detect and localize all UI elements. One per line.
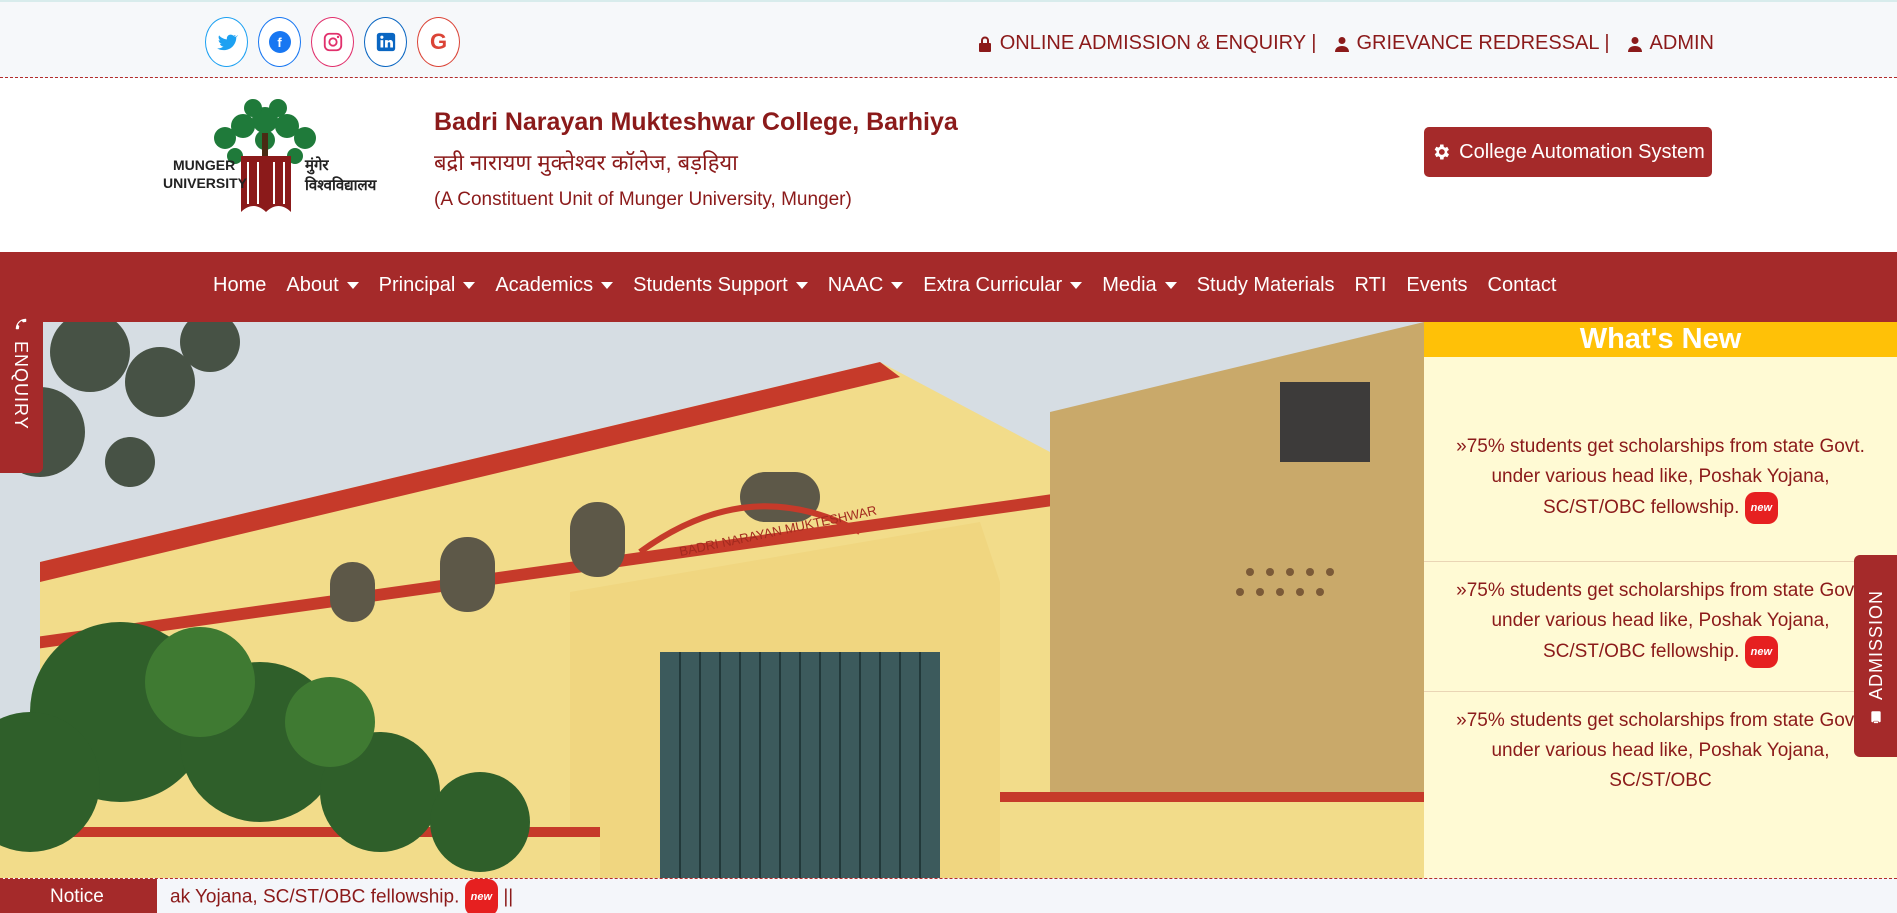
linkedin-icon[interactable]: [364, 17, 407, 67]
top-bar: f G ONLINE ADMISSION & ENQUIRY | GRIEVAN…: [0, 0, 1897, 78]
svg-text:विश्वविद्यालय: विश्वविद्यालय: [304, 176, 378, 194]
nav-about[interactable]: About: [286, 274, 359, 297]
new-badge: new: [1744, 492, 1779, 524]
nav-naac-label: NAAC: [827, 274, 884, 296]
gear-icon: [1434, 144, 1450, 160]
site-header: MUNGER UNIVERSITY मुंगेर विश्वविद्यालय B…: [0, 78, 1897, 252]
nav-students-support-label: Students Support: [633, 274, 788, 296]
college-title-block: Badri Narayan Mukteshwar College, Barhiy…: [434, 108, 958, 211]
social-links: f G: [205, 17, 460, 67]
admission-tab[interactable]: ADMISSION: [1854, 555, 1897, 757]
chevron-down-icon: [1070, 282, 1083, 289]
nav-contact-label: Contact: [1487, 274, 1557, 296]
news-item-text: 75% students get scholarships from state…: [1466, 436, 1865, 519]
nav-media-label: Media: [1102, 274, 1157, 296]
nav-contact[interactable]: Contact: [1488, 274, 1557, 297]
nav-about-label: About: [286, 274, 339, 296]
admin-label: ADMIN: [1649, 32, 1714, 54]
online-admission-label: ONLINE ADMISSION & ENQUIRY |: [999, 32, 1317, 54]
top-links: ONLINE ADMISSION & ENQUIRY | GRIEVANCE R…: [978, 32, 1714, 55]
nav-extra-curricular[interactable]: Extra Curricular: [923, 274, 1083, 297]
chevron-down-icon: [891, 282, 904, 289]
nav-events-label: Events: [1406, 274, 1468, 296]
nav-events[interactable]: Events: [1406, 274, 1467, 297]
notice-separator: ||: [503, 886, 514, 908]
enquiry-label: ENQUIRY: [11, 341, 31, 430]
phone-icon: [15, 318, 27, 330]
nav-rti-label: RTI: [1354, 274, 1387, 296]
whats-new-heading: What's New: [1424, 322, 1897, 357]
instagram-icon[interactable]: [311, 17, 354, 67]
notice-text: ak Yojana, SC/ST/OBC fellowship.: [170, 886, 460, 908]
nav-home-label: Home: [213, 274, 267, 296]
chevron-down-icon: [1164, 282, 1177, 289]
chevron-down-icon: [795, 282, 808, 289]
college-building-image: BADRI NARAYAN MUKTESHWAR: [0, 322, 1424, 878]
nav-principal-label: Principal: [378, 274, 456, 296]
news-item-text: 75% students get scholarships from state…: [1466, 580, 1865, 663]
new-badge: new: [464, 879, 499, 913]
whats-new-panel: What's New »75% students get scholarship…: [1424, 322, 1897, 878]
chevron-down-icon: [346, 282, 359, 289]
double-chevron-icon: »: [1456, 580, 1467, 601]
college-automation-button[interactable]: College Automation System: [1424, 127, 1712, 177]
news-item[interactable]: »75% students get scholarships from stat…: [1424, 692, 1897, 792]
nav-home[interactable]: Home: [213, 274, 266, 297]
admin-link[interactable]: ADMIN: [1627, 32, 1714, 55]
logo-text-en: MUNGER: [173, 157, 235, 173]
logo-text-hi: मुंगेर: [304, 156, 329, 175]
college-title-hi: बद्री नारायण मुक्तेश्वर कॉलेज, बड़हिया: [434, 150, 738, 175]
user-icon: [1334, 36, 1349, 52]
svg-text:UNIVERSITY: UNIVERSITY: [163, 175, 248, 191]
facebook-icon[interactable]: f: [258, 17, 301, 67]
hero-carousel[interactable]: BADRI NARAYAN MUKTESHWAR ‹ ›: [0, 322, 1424, 878]
nav-media[interactable]: Media: [1102, 274, 1177, 297]
nav-academics[interactable]: Academics: [495, 274, 614, 297]
nav-academics-label: Academics: [495, 274, 594, 296]
online-admission-link[interactable]: ONLINE ADMISSION & ENQUIRY |: [978, 32, 1317, 55]
nav-study-materials-label: Study Materials: [1196, 274, 1335, 296]
nav-rti[interactable]: RTI: [1355, 274, 1387, 297]
nav-students-support[interactable]: Students Support: [633, 274, 808, 297]
google-icon[interactable]: G: [417, 17, 460, 67]
news-item-text: 75% students get scholarships from state…: [1466, 710, 1865, 791]
admission-label: ADMISSION: [1866, 590, 1886, 701]
college-title-en: Badri Narayan Mukteshwar College, Barhiy…: [434, 108, 958, 136]
notice-bar: Notice ak Yojana, SC/ST/OBC fellowship. …: [0, 878, 1897, 913]
nav-extra-curricular-label: Extra Curricular: [923, 274, 1063, 296]
enquiry-tab[interactable]: ENQUIRY: [0, 275, 43, 473]
chevron-down-icon: [463, 282, 476, 289]
nav-study-materials[interactable]: Study Materials: [1197, 274, 1335, 297]
user-icon: [1627, 36, 1642, 52]
double-chevron-icon: »: [1456, 710, 1467, 731]
chevron-down-icon: [601, 282, 614, 289]
grievance-link[interactable]: GRIEVANCE REDRESSAL |: [1334, 32, 1610, 55]
nav-principal[interactable]: Principal: [379, 274, 476, 297]
news-item[interactable]: »75% students get scholarships from stat…: [1424, 432, 1897, 562]
new-badge: new: [1744, 636, 1779, 668]
news-item[interactable]: »75% students get scholarships from stat…: [1424, 562, 1897, 692]
grievance-label: GRIEVANCE REDRESSAL |: [1356, 32, 1610, 54]
clipboard-icon: [1871, 711, 1881, 724]
twitter-icon[interactable]: [205, 17, 248, 67]
notice-label: Notice: [0, 879, 157, 913]
college-automation-label: College Automation System: [1459, 140, 1705, 163]
college-subtitle: (A Constituent Unit of Munger University…: [434, 189, 852, 210]
munger-university-logo[interactable]: MUNGER UNIVERSITY मुंगेर विश्वविद्यालय: [143, 98, 388, 220]
nav-naac[interactable]: NAAC: [828, 274, 904, 297]
lock-icon: [978, 36, 991, 52]
notice-ticker[interactable]: ak Yojana, SC/ST/OBC fellowship. new ||: [170, 879, 513, 913]
double-chevron-icon: »: [1456, 436, 1467, 457]
main-nav: Home About Principal Academics Students …: [0, 252, 1897, 322]
